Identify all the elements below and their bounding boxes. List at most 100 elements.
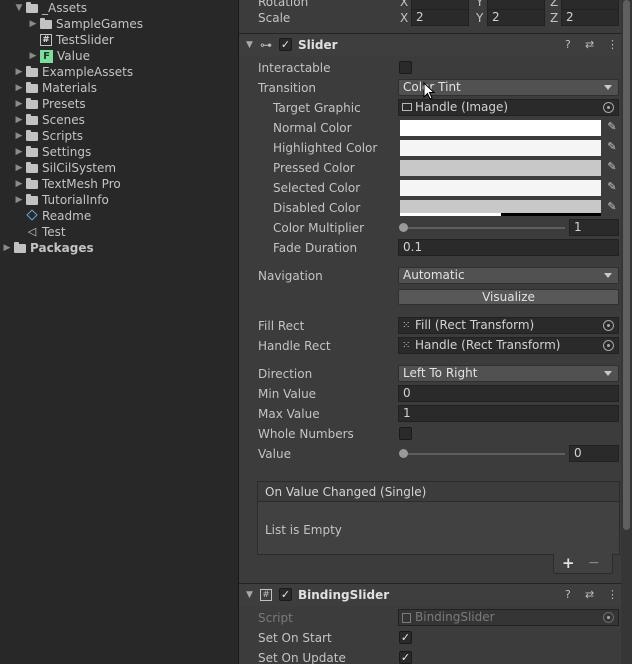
collapsed-arrow-icon[interactable]: ▶ bbox=[14, 128, 24, 144]
handle-rect-row: Handle Rect ⁙ Handle (Rect Transform) bbox=[239, 336, 632, 356]
direction-label: Direction bbox=[258, 367, 313, 381]
script-value: BindingSlider bbox=[415, 610, 495, 624]
interactable-checkbox[interactable] bbox=[399, 61, 412, 74]
eyedropper-icon[interactable]: ✎ bbox=[605, 119, 619, 135]
value-slider-track[interactable] bbox=[402, 453, 565, 455]
more-options-icon[interactable]: ⋮ bbox=[607, 39, 618, 51]
project-item[interactable]: Readme bbox=[14, 208, 91, 224]
project-item[interactable]: ▼ _Assets bbox=[14, 0, 88, 16]
project-item[interactable]: ▶ Materials bbox=[14, 80, 97, 96]
project-item[interactable]: ▶ Presets bbox=[14, 96, 86, 112]
binding-slider-component-header[interactable]: ▼ # ✓ BindingSlider ? ⇄ ⋮ bbox=[239, 583, 632, 606]
expanded-arrow-icon[interactable]: ▼ bbox=[14, 0, 24, 16]
remove-listener-button[interactable]: − bbox=[588, 554, 600, 572]
presets-icon[interactable]: ⇄ bbox=[585, 39, 594, 51]
collapsed-arrow-icon[interactable]: ▶ bbox=[14, 192, 24, 208]
object-picker-icon[interactable] bbox=[603, 102, 614, 113]
scale-x-field[interactable]: 2 bbox=[411, 9, 469, 26]
scale-z-field[interactable]: 2 bbox=[561, 9, 619, 26]
project-item-label: Settings bbox=[42, 145, 92, 159]
project-item-label: Scenes bbox=[42, 113, 85, 127]
transition-label: Transition bbox=[258, 81, 317, 95]
color-multiplier-field[interactable]: 1 bbox=[569, 219, 619, 236]
help-icon[interactable]: ? bbox=[565, 39, 571, 51]
color-multiplier-thumb[interactable] bbox=[399, 223, 408, 232]
target-graphic-field[interactable]: Handle (Image) bbox=[398, 99, 619, 116]
min-value-field[interactable]: 0 bbox=[398, 385, 619, 402]
inspector-scrollbar-thumb[interactable] bbox=[623, 0, 630, 530]
value-field[interactable]: 0 bbox=[569, 445, 619, 462]
project-item[interactable]: ▶ ExampleAssets bbox=[14, 64, 134, 80]
project-item[interactable]: ▶ Packages bbox=[2, 240, 94, 256]
binding-slider-enabled-checkbox[interactable]: ✓ bbox=[279, 588, 292, 601]
scale-x-label[interactable]: X bbox=[400, 8, 408, 28]
script-row: Script BindingSlider bbox=[239, 608, 632, 628]
project-item[interactable]: ◁ Test bbox=[14, 224, 66, 240]
project-item[interactable]: # TestSlider bbox=[28, 32, 114, 48]
project-item-label: Scripts bbox=[42, 129, 84, 143]
help-icon[interactable]: ? bbox=[565, 589, 571, 601]
eyedropper-icon[interactable]: ✎ bbox=[605, 199, 619, 215]
collapsed-arrow-icon[interactable]: ▶ bbox=[14, 160, 24, 176]
collapsed-arrow-icon[interactable]: ▶ bbox=[14, 176, 24, 192]
eyedropper-icon[interactable]: ✎ bbox=[605, 139, 619, 155]
collapsed-arrow-icon[interactable]: ▶ bbox=[14, 64, 24, 80]
set-on-start-row: Set On Start ✓ bbox=[239, 628, 632, 648]
eyedropper-icon[interactable]: ✎ bbox=[605, 179, 619, 195]
more-options-icon[interactable]: ⋮ bbox=[607, 589, 618, 601]
project-item[interactable]: ▶ Scenes bbox=[14, 112, 85, 128]
fade-duration-row: Fade Duration 0.1 bbox=[239, 238, 632, 258]
selected-color-swatch[interactable] bbox=[400, 180, 601, 196]
project-item[interactable]: ▶ SilCilSystem bbox=[14, 160, 117, 176]
event-list-empty: List is Empty bbox=[265, 523, 342, 537]
disabled-color-swatch[interactable] bbox=[400, 200, 601, 216]
scale-z-label[interactable]: Z bbox=[550, 8, 558, 28]
set-on-update-checkbox[interactable]: ✓ bbox=[399, 651, 412, 664]
direction-dropdown[interactable]: Left To Right bbox=[398, 365, 619, 382]
collapsed-arrow-icon[interactable]: ▶ bbox=[28, 48, 38, 64]
slider-enabled-checkbox[interactable]: ✓ bbox=[279, 38, 292, 51]
collapsed-arrow-icon[interactable]: ▶ bbox=[14, 96, 24, 112]
inspector-scrollbar[interactable] bbox=[621, 0, 632, 664]
project-item[interactable]: ▶ Settings bbox=[14, 144, 92, 160]
highlighted-color-swatch[interactable] bbox=[400, 140, 601, 156]
scale-y-label[interactable]: Y bbox=[476, 8, 483, 28]
project-item-label: Materials bbox=[42, 81, 98, 95]
fold-arrow-icon[interactable]: ▼ bbox=[246, 584, 253, 606]
project-item[interactable]: ▶ SampleGames bbox=[28, 16, 143, 32]
max-value-field[interactable]: 1 bbox=[398, 405, 619, 422]
normal-color-swatch[interactable] bbox=[400, 120, 601, 136]
object-picker-icon[interactable] bbox=[603, 340, 614, 351]
handle-rect-field[interactable]: ⁙ Handle (Rect Transform) bbox=[398, 337, 619, 354]
fold-arrow-icon[interactable]: ▼ bbox=[246, 34, 253, 56]
collapsed-arrow-icon[interactable]: ▶ bbox=[14, 80, 24, 96]
selected-color-row: Selected Color ✎ bbox=[239, 178, 632, 198]
add-listener-button[interactable]: + bbox=[562, 554, 575, 572]
scale-y-field[interactable]: 2 bbox=[487, 9, 545, 26]
fill-rect-field[interactable]: ⁙ Fill (Rect Transform) bbox=[398, 317, 619, 334]
color-multiplier-track[interactable] bbox=[402, 227, 565, 229]
project-item[interactable]: ▶ TutorialInfo bbox=[14, 192, 109, 208]
project-item-label: TextMesh Pro bbox=[42, 177, 121, 191]
project-item[interactable]: ▶ Scripts bbox=[14, 128, 84, 144]
slider-component-header[interactable]: ▼ ⊶ ✓ Slider ? ⇄ ⋮ bbox=[239, 33, 632, 56]
eyedropper-icon[interactable]: ✎ bbox=[605, 159, 619, 175]
collapsed-arrow-icon[interactable]: ▶ bbox=[28, 16, 38, 32]
visualize-button[interactable]: Visualize bbox=[398, 289, 619, 305]
whole-numbers-checkbox[interactable] bbox=[399, 427, 412, 440]
fade-duration-field[interactable]: 0.1 bbox=[398, 239, 619, 256]
set-on-start-checkbox[interactable]: ✓ bbox=[399, 631, 412, 644]
project-item[interactable]: ▶ TextMesh Pro bbox=[14, 176, 121, 192]
presets-icon[interactable]: ⇄ bbox=[585, 589, 594, 601]
project-item[interactable]: ▶ F Value bbox=[28, 48, 90, 64]
collapsed-arrow-icon[interactable]: ▶ bbox=[14, 112, 24, 128]
direction-value: Left To Right bbox=[403, 366, 478, 380]
project-item-label: Readme bbox=[42, 209, 92, 223]
collapsed-arrow-icon[interactable]: ▶ bbox=[2, 240, 12, 256]
pressed-color-swatch[interactable] bbox=[400, 160, 601, 176]
collapsed-arrow-icon[interactable]: ▶ bbox=[14, 144, 24, 160]
object-picker-icon[interactable] bbox=[603, 320, 614, 331]
navigation-dropdown[interactable]: Automatic bbox=[398, 267, 619, 284]
value-slider-thumb[interactable] bbox=[399, 449, 408, 458]
